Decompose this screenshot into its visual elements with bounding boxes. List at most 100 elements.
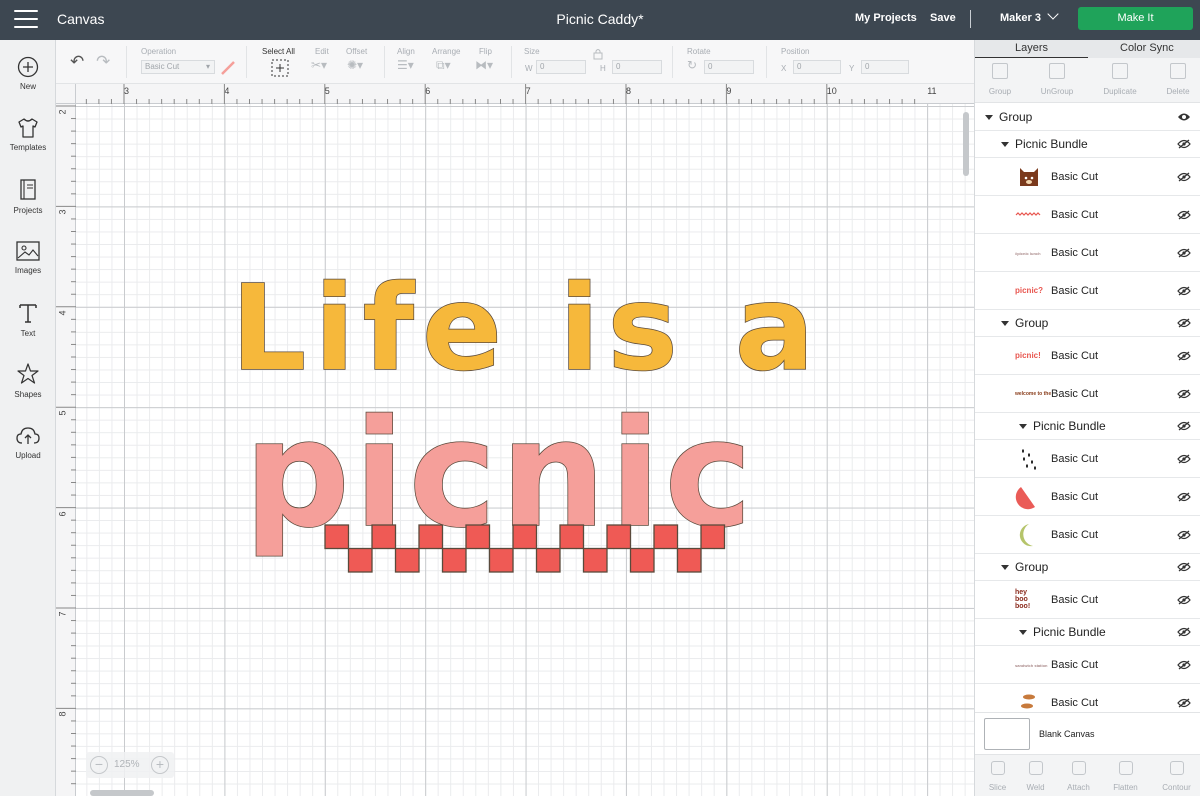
eye-hidden-icon[interactable] xyxy=(1177,453,1191,464)
checker-border[interactable] xyxy=(324,524,730,578)
layer-row[interactable]: sandwich station Basic Cut xyxy=(975,646,1200,684)
sidebar-item-images[interactable]: Images xyxy=(0,240,56,275)
layer-group-row[interactable]: Picnic Bundle xyxy=(975,413,1200,440)
eye-hidden-icon[interactable] xyxy=(1177,171,1191,182)
width-input[interactable]: 0 xyxy=(536,60,586,74)
eye-hidden-icon[interactable] xyxy=(1177,318,1191,328)
expand-triangle-icon[interactable] xyxy=(1001,142,1009,147)
layer-operation-name: Basic Cut xyxy=(1051,387,1099,400)
height-input[interactable]: 0 xyxy=(612,60,662,74)
eye-hidden-icon[interactable] xyxy=(1177,285,1191,296)
weld-button[interactable]: Weld xyxy=(1013,761,1058,792)
eye-hidden-icon[interactable] xyxy=(1177,491,1191,502)
horizontal-scrollbar[interactable] xyxy=(90,790,154,796)
layer-group-name: Picnic Bundle xyxy=(1015,137,1088,151)
sidebar-item-new[interactable]: New xyxy=(0,56,56,91)
offset-icon[interactable]: ✺▾ xyxy=(347,58,363,72)
eye-hidden-icon[interactable] xyxy=(1177,209,1191,220)
tab-layers[interactable]: Layers xyxy=(1015,42,1048,54)
eye-hidden-icon[interactable] xyxy=(1177,350,1191,361)
arrange-icon[interactable]: ⧉▾ xyxy=(436,58,451,73)
align-icon[interactable]: ☰▾ xyxy=(397,58,414,72)
make-it-button[interactable]: Make It xyxy=(1078,7,1193,30)
tab-color-sync[interactable]: Color Sync xyxy=(1120,42,1174,54)
layer-row[interactable]: Basic Cut xyxy=(975,516,1200,554)
eye-hidden-icon[interactable] xyxy=(1177,139,1191,149)
rotate-input[interactable]: 0 xyxy=(704,60,754,74)
delete-button[interactable]: Delete xyxy=(1150,63,1200,96)
expand-triangle-icon[interactable] xyxy=(1001,565,1009,570)
contour-button[interactable]: Contour xyxy=(1154,761,1199,792)
flip-icon[interactable]: ⧓▾ xyxy=(475,58,493,72)
eye-hidden-icon[interactable] xyxy=(1177,627,1191,637)
sidebar-item-label: Upload xyxy=(15,451,41,460)
eye-hidden-icon[interactable] xyxy=(1177,247,1191,258)
thumbnail-text: #picnic lunch xyxy=(1015,250,1041,256)
layer-actions: Group UnGroup Duplicate Delete xyxy=(975,58,1200,103)
zoom-out-button[interactable]: − xyxy=(90,756,108,774)
select-all-icon[interactable] xyxy=(271,59,289,77)
flatten-button[interactable]: Flatten xyxy=(1103,761,1148,792)
eye-hidden-icon[interactable] xyxy=(1177,562,1191,572)
menu-icon[interactable] xyxy=(14,10,38,30)
checker-square xyxy=(418,524,444,550)
ungroup-button[interactable]: UnGroup xyxy=(1029,63,1085,96)
attach-button[interactable]: Attach xyxy=(1056,761,1101,792)
blank-canvas-row[interactable]: Blank Canvas xyxy=(975,712,1200,754)
layer-row[interactable]: picnic! Basic Cut xyxy=(975,337,1200,375)
eye-hidden-icon[interactable] xyxy=(1177,659,1191,670)
group-button[interactable]: Group xyxy=(972,63,1028,96)
save-button[interactable]: Save xyxy=(930,12,956,24)
expand-triangle-icon[interactable] xyxy=(1001,321,1009,326)
expand-triangle-icon[interactable] xyxy=(985,115,993,120)
layer-row[interactable]: welcome to the Basic Cut xyxy=(975,375,1200,413)
layer-operation-name: Basic Cut xyxy=(1051,170,1099,183)
eye-hidden-icon[interactable] xyxy=(1177,421,1191,431)
eye-icon[interactable] xyxy=(1177,112,1191,122)
pen-color-icon[interactable] xyxy=(220,60,236,76)
eye-hidden-icon[interactable] xyxy=(1177,529,1191,540)
zoom-in-button[interactable]: + xyxy=(151,756,169,774)
duplicate-button[interactable]: Duplicate xyxy=(1092,63,1148,96)
eye-hidden-icon[interactable] xyxy=(1177,697,1191,708)
eye-hidden-icon[interactable] xyxy=(1177,594,1191,605)
layer-group-row[interactable]: Picnic Bundle xyxy=(975,131,1200,158)
sidebar-item-upload[interactable]: Upload xyxy=(0,425,56,460)
group-icon xyxy=(992,63,1008,79)
scissors-icon[interactable]: ✂▾ xyxy=(311,58,327,72)
eye-hidden-icon[interactable] xyxy=(1177,388,1191,399)
layer-row[interactable]: Basic Cut xyxy=(975,440,1200,478)
layer-row[interactable]: picnic? Basic Cut xyxy=(975,272,1200,310)
operation-select[interactable]: Basic Cut ▾ xyxy=(141,60,215,74)
layer-row[interactable]: #picnic lunch Basic Cut xyxy=(975,234,1200,272)
expand-triangle-icon[interactable] xyxy=(1019,630,1027,635)
vertical-scrollbar[interactable] xyxy=(963,112,969,176)
arrange-label: Arrange xyxy=(432,47,461,56)
layer-row[interactable]: Basic Cut xyxy=(975,158,1200,196)
machine-selector[interactable]: Maker 3 xyxy=(1000,12,1041,24)
chevron-down-icon[interactable] xyxy=(1047,8,1059,20)
undo-icon[interactable]: ↶ xyxy=(70,52,84,72)
layer-group-row[interactable]: Group xyxy=(975,554,1200,581)
layer-group-row[interactable]: Group xyxy=(975,310,1200,337)
sidebar-item-shapes[interactable]: Shapes xyxy=(0,362,56,399)
expand-triangle-icon[interactable] xyxy=(1019,424,1027,429)
sidebar-item-text[interactable]: Text xyxy=(0,301,56,338)
layer-row[interactable]: Basic Cut xyxy=(975,196,1200,234)
canvas-swatch[interactable] xyxy=(984,718,1030,750)
layer-row[interactable]: Basic Cut xyxy=(975,478,1200,516)
x-input[interactable]: 0 xyxy=(793,60,841,74)
rotate-icon[interactable]: ↻ xyxy=(687,58,697,72)
my-projects-link[interactable]: My Projects xyxy=(855,12,917,24)
sidebar-item-templates[interactable]: Templates xyxy=(0,117,56,152)
layer-group-row[interactable]: Group xyxy=(975,104,1200,131)
design-text-line1[interactable]: Life is a xyxy=(230,258,822,398)
lock-icon[interactable] xyxy=(593,48,603,60)
sidebar-item-projects[interactable]: Projects xyxy=(0,178,56,215)
thumbnail-text: hey boo boo! xyxy=(1015,588,1031,610)
y-input[interactable]: 0 xyxy=(861,60,909,74)
layer-group-row[interactable]: Picnic Bundle xyxy=(975,619,1200,646)
layer-row[interactable]: hey boo boo! Basic Cut xyxy=(975,581,1200,619)
watermelon-slice-icon xyxy=(1015,486,1035,509)
redo-icon[interactable]: ↷ xyxy=(96,52,110,72)
